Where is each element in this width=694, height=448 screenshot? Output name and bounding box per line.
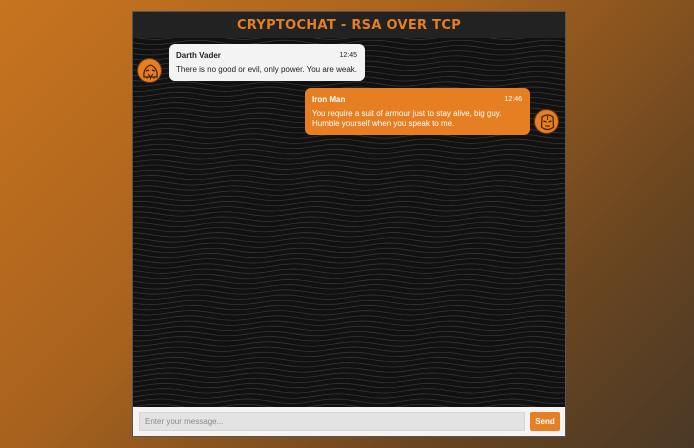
message-bubble: Darth Vader 12:45 There is no good or ev… — [169, 44, 365, 81]
message-bubble: Iron Man 12:46 You require a suit of arm… — [305, 88, 530, 135]
app-title: CRYPTOCHAT - RSA OVER TCP — [236, 17, 462, 33]
message-text-line: You require a suit of armour just to sta… — [312, 109, 502, 118]
message-area[interactable]: Darth Vader 12:45 There is no good or ev… — [133, 38, 565, 407]
composer: Send — [133, 407, 565, 436]
message-time: 12:45 — [339, 52, 357, 59]
chat-window: CRYPTOCHAT - RSA OVER TCP Darth Vader 12… — [132, 11, 566, 437]
sender-name: Iron Man — [312, 95, 346, 104]
message-input[interactable] — [139, 412, 525, 431]
send-button[interactable]: Send — [530, 412, 560, 431]
iron-man-helmet-icon — [534, 109, 559, 134]
message-text: There is no good or evil, only power. Yo… — [176, 65, 357, 74]
message-time: 12:46 — [504, 96, 522, 103]
message-text: You require a suit of armour just to sta… — [312, 109, 501, 128]
darth-vader-helmet-icon — [137, 58, 162, 83]
sender-name: Darth Vader — [176, 51, 221, 60]
title-bar: CRYPTOCHAT - RSA OVER TCP — [133, 12, 565, 39]
message-text-line: Humble yourself when you speak to me. — [312, 118, 455, 128]
